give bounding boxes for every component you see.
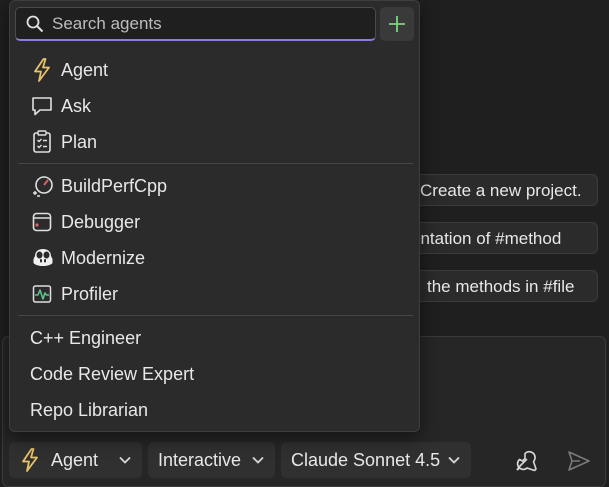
model-label: Claude Sonnet 4.5 <box>291 449 441 470</box>
chevron-down-icon <box>251 455 265 465</box>
suggestion-methods-in-file[interactable]: the methods in #file <box>406 270 598 302</box>
agent-item-label: Repo Librarian <box>30 399 149 420</box>
model-selector[interactable]: Claude Sonnet 4.5 <box>281 442 471 478</box>
agent-item-label: Debugger <box>61 211 141 232</box>
mode-label: Agent <box>51 449 99 470</box>
agent-item-ask[interactable]: Ask <box>18 89 413 123</box>
lightning-icon <box>31 57 57 83</box>
separator <box>18 315 413 316</box>
wrench-screwdriver-icon <box>514 448 540 474</box>
agent-picker-dropdown: Agent Ask Plan BuildPerfCpp <box>9 0 420 432</box>
interaction-mode-selector[interactable]: Interactive <box>148 442 275 478</box>
agent-item-label: Code Review Expert <box>30 363 195 384</box>
send-button[interactable] <box>562 444 596 478</box>
lightning-icon <box>19 448 41 472</box>
suggestion-create-project[interactable]: Create a new project. <box>407 174 598 206</box>
clipboard-checklist-icon <box>31 129 57 155</box>
agent-item-plan[interactable]: Plan <box>18 125 413 159</box>
agent-item-label: C++ Engineer <box>30 327 142 348</box>
chevron-down-icon <box>447 455 461 465</box>
tools-button[interactable] <box>510 444 544 478</box>
performance-gauge-icon <box>31 173 57 199</box>
interaction-mode-label: Interactive <box>158 449 242 470</box>
agent-item-debugger[interactable]: Debugger <box>18 205 413 239</box>
suggestion-method-documentation[interactable]: entation of #method <box>396 222 598 254</box>
mode-selector[interactable]: Agent <box>9 442 142 478</box>
search-input[interactable] <box>52 13 352 34</box>
agent-item-cpp-engineer[interactable]: C++ Engineer <box>18 321 413 355</box>
agent-item-label: BuildPerfCpp <box>61 175 168 196</box>
chevron-down-icon <box>118 455 132 465</box>
agent-item-label: Ask <box>61 95 92 116</box>
agent-item-repo-librarian[interactable]: Repo Librarian <box>18 393 413 427</box>
agent-item-buildperfcpp[interactable]: BuildPerfCpp <box>18 169 413 203</box>
agent-item-label: Plan <box>61 131 98 152</box>
search-icon <box>26 15 44 33</box>
chat-bubble-icon <box>31 93 57 119</box>
search-box[interactable] <box>15 7 376 41</box>
agent-item-code-review-expert[interactable]: Code Review Expert <box>18 357 413 391</box>
agent-item-modernize[interactable]: Modernize <box>18 241 413 275</box>
copilot-icon <box>31 245 57 271</box>
agent-item-label: Agent <box>61 59 109 80</box>
chat-toolbar: Agent Interactive Claude Sonnet 4.5 <box>0 440 609 484</box>
separator <box>18 163 413 164</box>
pulse-chart-icon <box>31 281 57 307</box>
agent-item-profiler[interactable]: Profiler <box>18 277 413 311</box>
debugger-window-icon <box>31 209 57 235</box>
agent-item-label: Modernize <box>61 247 146 268</box>
plus-icon <box>388 15 406 33</box>
agent-item-agent[interactable]: Agent <box>18 53 413 87</box>
send-icon <box>567 450 591 472</box>
add-agent-button[interactable] <box>380 7 414 41</box>
agent-item-label: Profiler <box>61 283 119 304</box>
